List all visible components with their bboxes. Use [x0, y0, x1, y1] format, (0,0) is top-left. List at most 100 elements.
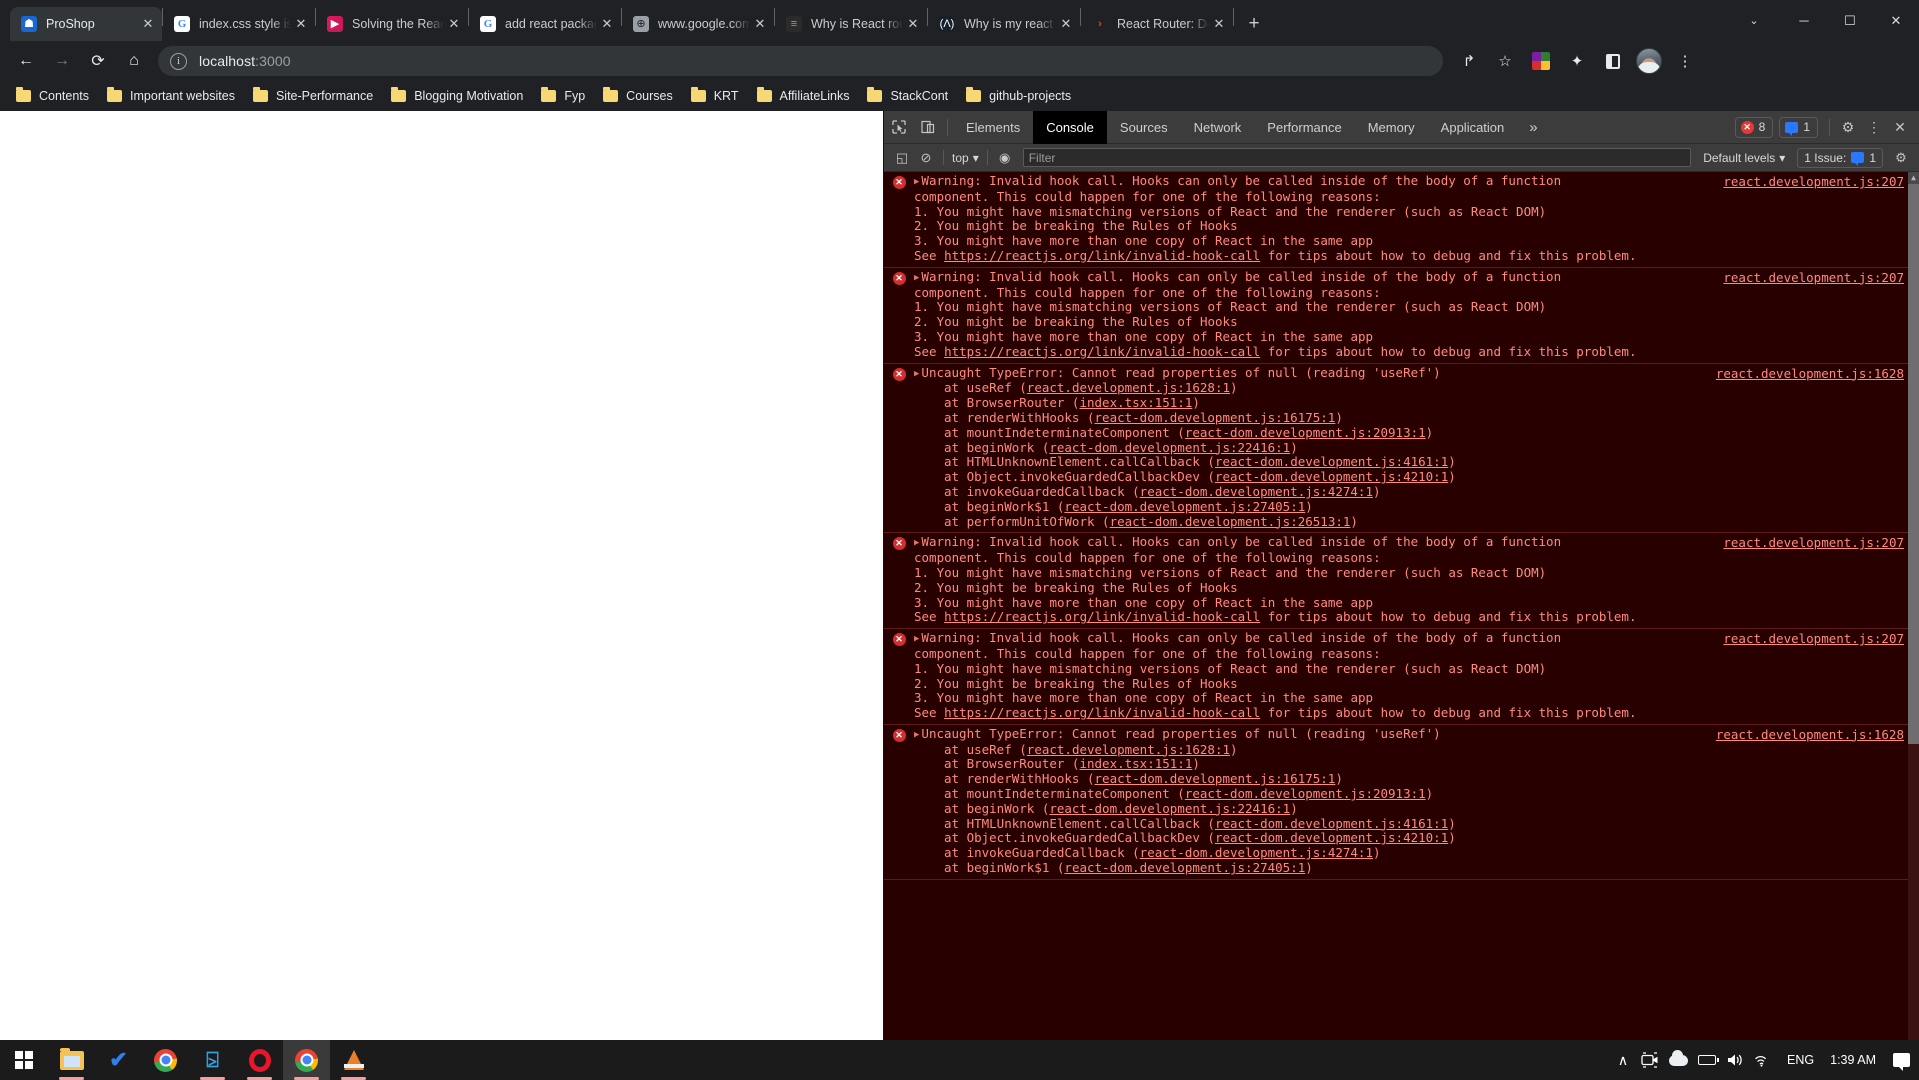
close-icon[interactable]: ✕: [138, 14, 158, 34]
source-link[interactable]: https://reactjs.org/link/invalid-hook-ca…: [944, 609, 1260, 624]
wifi-icon[interactable]: [1749, 1040, 1777, 1080]
taskbar-file-explorer[interactable]: [48, 1040, 95, 1080]
browser-tab[interactable]: ☗ ProShop ✕: [10, 7, 162, 41]
source-link[interactable]: react.development.js:1628:1: [1027, 742, 1230, 757]
source-link[interactable]: react-dom.development.js:26513:1: [1110, 514, 1351, 529]
browser-tab[interactable]: ≡ Why is React rout ✕: [775, 7, 927, 41]
source-link[interactable]: react-dom.development.js:22416:1: [1049, 801, 1290, 816]
minimize-button[interactable]: ─: [1781, 4, 1827, 38]
execution-context-selector[interactable]: top ▾: [949, 151, 982, 165]
battery-charging-icon[interactable]: [1693, 1040, 1721, 1080]
close-icon[interactable]: ✕: [291, 14, 311, 34]
console-filter-input[interactable]: Filter: [1022, 148, 1692, 167]
devtools-tab-performance[interactable]: Performance: [1254, 111, 1354, 144]
volume-icon[interactable]: [1721, 1040, 1749, 1080]
bookmark-star-icon[interactable]: ☆: [1490, 46, 1520, 76]
bookmark-item[interactable]: Site-Performance: [245, 84, 381, 108]
source-link[interactable]: react-dom.development.js:4210:1: [1215, 469, 1448, 484]
screen-record-icon[interactable]: [1636, 1040, 1664, 1080]
device-toolbar-icon[interactable]: [913, 114, 942, 140]
source-link[interactable]: index.tsx:151:1: [1079, 756, 1192, 772]
issues-badge[interactable]: 1 Issue: 1: [1797, 147, 1883, 168]
bookmark-item[interactable]: Courses: [595, 84, 681, 108]
taskbar-opera-browser[interactable]: [236, 1040, 283, 1080]
source-link[interactable]: https://reactjs.org/link/invalid-hook-ca…: [944, 248, 1260, 263]
message-source-link[interactable]: react.development.js:207: [1723, 174, 1908, 190]
error-count-badge[interactable]: ✕ 8: [1734, 116, 1774, 138]
source-link[interactable]: react-dom.development.js:16175:1: [1095, 410, 1336, 425]
avatar[interactable]: [1634, 46, 1664, 76]
site-info-icon[interactable]: i: [170, 52, 187, 70]
chrome-menu-icon[interactable]: ⋮: [1670, 46, 1700, 76]
expand-arrow-icon[interactable]: ▶: [914, 632, 919, 647]
close-icon[interactable]: ✕: [903, 14, 923, 34]
bookmark-item[interactable]: Blogging Motivation: [383, 84, 531, 108]
reload-icon[interactable]: ⟳: [82, 45, 114, 77]
source-link[interactable]: react-dom.development.js:4274:1: [1140, 484, 1373, 499]
address-bar[interactable]: i localhost:3000: [158, 46, 1443, 76]
browser-tab[interactable]: ▶ Solving the React ✕: [316, 7, 468, 41]
bookmark-item[interactable]: StackCont: [859, 84, 956, 108]
taskbar-google-chrome[interactable]: [142, 1040, 189, 1080]
color-extension-icon[interactable]: [1526, 46, 1556, 76]
browser-tab[interactable]: Gindex.css style is n✕: [163, 7, 315, 41]
console-message[interactable]: ✕ ▶ Warning: Invalid hook call. Hooks can …: [884, 268, 1908, 364]
share-icon[interactable]: ↱: [1454, 46, 1484, 76]
browser-tab[interactable]: › React Router: Dec✕: [1081, 7, 1233, 41]
source-link[interactable]: react-dom.development.js:4161:1: [1215, 816, 1448, 831]
scroll-up-arrow-icon[interactable]: ▲: [1908, 172, 1919, 184]
expand-arrow-icon[interactable]: ▶: [914, 536, 919, 551]
inspect-element-icon[interactable]: [884, 114, 913, 140]
back-icon[interactable]: ←: [10, 45, 42, 77]
devtools-tab-console[interactable]: Console: [1033, 110, 1107, 144]
message-source-link[interactable]: react.development.js:207: [1723, 631, 1908, 647]
source-link[interactable]: react-dom.development.js:4210:1: [1215, 830, 1448, 846]
source-link[interactable]: react-dom.development.js:4274:1: [1140, 845, 1373, 860]
close-icon[interactable]: ✕: [750, 14, 770, 34]
devtools-tab-memory[interactable]: Memory: [1355, 111, 1428, 144]
source-link[interactable]: index.tsx:151:1: [1079, 395, 1192, 410]
devtools-tab-elements[interactable]: Elements: [953, 111, 1033, 144]
extensions-puzzle-icon[interactable]: ✦: [1562, 46, 1592, 76]
message-source-link[interactable]: react.development.js:1628: [1716, 366, 1908, 382]
source-link[interactable]: react-dom.development.js:20913:1: [1185, 786, 1426, 801]
taskbar-chrome-window-2[interactable]: [283, 1040, 330, 1080]
bookmark-item[interactable]: github-projects: [958, 84, 1079, 108]
notification-icon[interactable]: [1888, 1040, 1915, 1080]
taskbar-todo-app[interactable]: ✔: [95, 1040, 142, 1080]
bookmark-item[interactable]: Contents: [8, 84, 97, 108]
source-link[interactable]: https://reactjs.org/link/invalid-hook-ca…: [944, 705, 1260, 720]
bookmark-item[interactable]: Important websites: [99, 84, 243, 108]
side-panel-icon[interactable]: [1598, 46, 1628, 76]
browser-tab[interactable]: (Λ) Why is my react R ✕: [928, 7, 1080, 41]
expand-arrow-icon[interactable]: ▶: [914, 271, 919, 286]
console-message[interactable]: ✕ ▶ Warning: Invalid hook call. Hooks can …: [884, 533, 1908, 630]
message-source-link[interactable]: react.development.js:1628: [1716, 727, 1908, 743]
page-viewport[interactable]: [0, 111, 883, 1040]
source-link[interactable]: react-dom.development.js:27405:1: [1064, 499, 1305, 514]
close-icon[interactable]: ✕: [597, 14, 617, 34]
start-button[interactable]: [0, 1040, 48, 1080]
kebab-menu-icon[interactable]: ⋮: [1861, 114, 1887, 140]
clock[interactable]: 1:39 AM: [1824, 1040, 1888, 1080]
scrollbar-thumb[interactable]: [1908, 184, 1919, 744]
console-sidebar-toggle-icon[interactable]: ◱: [890, 147, 914, 169]
source-link[interactable]: react-dom.development.js:22416:1: [1049, 440, 1290, 455]
expand-arrow-icon[interactable]: ▶: [914, 728, 919, 743]
tab-search-chevron-icon[interactable]: ⌄: [1727, 4, 1781, 38]
forward-icon[interactable]: →: [46, 45, 78, 77]
bookmark-item[interactable]: AffiliateLinks: [749, 84, 858, 108]
message-source-link[interactable]: react.development.js:207: [1723, 535, 1908, 551]
console-message[interactable]: ✕ ▶ Uncaught TypeError: Cannot read proper…: [884, 725, 1908, 880]
console-scrollbar[interactable]: ▲: [1908, 172, 1919, 1040]
expand-arrow-icon[interactable]: ▶: [914, 175, 919, 190]
live-expression-eye-icon[interactable]: ◉: [993, 147, 1017, 169]
message-source-link[interactable]: react.development.js:207: [1723, 270, 1908, 286]
log-levels-selector[interactable]: Default levels ▾: [1697, 151, 1791, 165]
source-link[interactable]: react.development.js:1628:1: [1027, 380, 1230, 395]
browser-tab[interactable]: ⊕ www.google.com ✕: [622, 7, 774, 41]
expand-arrow-icon[interactable]: ▶: [914, 367, 919, 382]
language-indicator[interactable]: ENG: [1777, 1040, 1824, 1080]
show-hidden-icons-icon[interactable]: ∧: [1610, 1040, 1636, 1080]
more-panels-icon[interactable]: »: [1517, 119, 1549, 136]
